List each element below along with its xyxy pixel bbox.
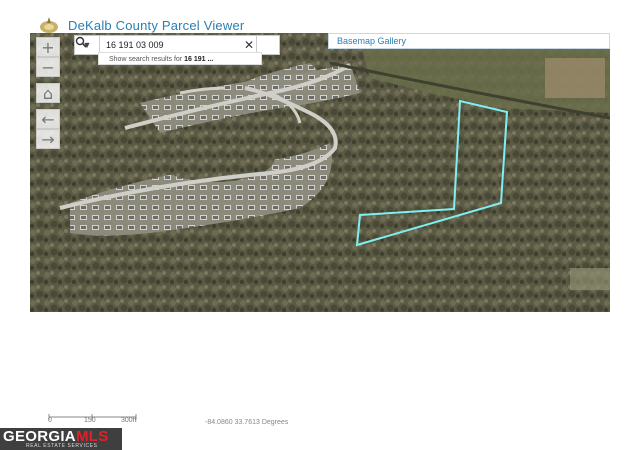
suggestion-term: 16 191 ... bbox=[184, 56, 214, 63]
scale-label-300: 300ft bbox=[121, 417, 137, 424]
back-extent-button[interactable]: ← bbox=[36, 109, 60, 129]
app-title: DeKalb County Parcel Viewer bbox=[68, 17, 245, 33]
zoom-out-button[interactable]: − bbox=[36, 57, 60, 77]
dekalb-county-seal-icon bbox=[40, 17, 58, 33]
basemap-gallery-button[interactable]: Basemap Gallery bbox=[328, 33, 610, 49]
home-button[interactable]: ⌂ bbox=[36, 83, 60, 103]
suggestion-prefix: Show search results for bbox=[109, 56, 185, 63]
close-icon[interactable]: ✕ bbox=[242, 38, 256, 52]
coordinate-readout: -84.0860 33.7613 Degrees bbox=[205, 419, 289, 426]
search-icon bbox=[75, 36, 87, 48]
forward-extent-button[interactable]: → bbox=[36, 129, 60, 149]
zoom-in-button[interactable]: + bbox=[36, 37, 60, 57]
scale-label-150: 150 bbox=[84, 417, 96, 424]
scale-label-0: 0 bbox=[48, 417, 52, 424]
map-view[interactable]: + − ⌂ ← → ▼ ✕ Show search results for 16… bbox=[30, 33, 610, 312]
search-suggestion[interactable]: Show search results for 16 191 ... bbox=[98, 52, 262, 65]
watermark-tagline: REAL ESTATE SERVICES bbox=[26, 443, 98, 449]
georgia-mls-watermark: GEORGIAMLS REAL ESTATE SERVICES bbox=[0, 428, 122, 450]
aerial-imagery[interactable] bbox=[30, 33, 610, 312]
map-controls: + − ⌂ ← → bbox=[36, 37, 60, 155]
